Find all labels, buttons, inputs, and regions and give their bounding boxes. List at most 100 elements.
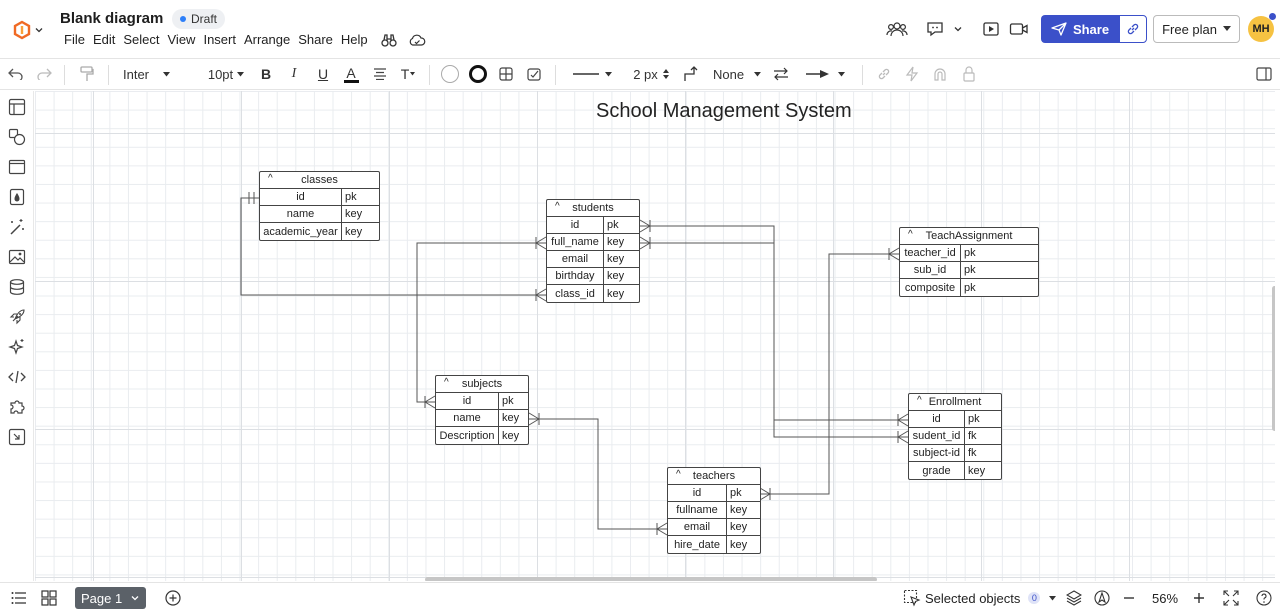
magnet-disabled-icon[interactable]	[932, 59, 948, 89]
menu-select[interactable]: Select	[119, 32, 163, 48]
binoculars-icon[interactable]	[378, 32, 400, 48]
share-button[interactable]: Share	[1040, 15, 1120, 43]
bold-button[interactable]: B	[258, 59, 274, 89]
entity-row[interactable]: name key	[436, 410, 528, 427]
menu-view[interactable]: View	[164, 32, 200, 48]
menu-share[interactable]: Share	[294, 32, 337, 48]
help-icon[interactable]	[1254, 586, 1274, 610]
magic-wand-icon[interactable]	[7, 217, 27, 237]
add-page-icon[interactable]	[163, 586, 183, 610]
collapse-caret-icon[interactable]: ^	[676, 469, 681, 480]
entity-row[interactable]: id pk	[260, 189, 379, 206]
page-list-icon[interactable]	[9, 586, 29, 610]
entity-row[interactable]: teacher_id pk	[900, 245, 1038, 262]
document-title[interactable]: Blank diagram	[60, 10, 163, 27]
entity-row[interactable]: hire_date key	[668, 536, 760, 553]
entity-row[interactable]: composite pk	[900, 279, 1038, 296]
database-icon[interactable]	[7, 277, 27, 297]
line-endpoint-select[interactable]: None	[713, 59, 761, 89]
user-avatar[interactable]: MH	[1248, 13, 1276, 42]
elbow-connector-icon[interactable]	[681, 59, 701, 89]
zoom-in-icon[interactable]	[1190, 586, 1208, 610]
page-tab[interactable]: Page 1	[75, 587, 147, 609]
menu-arrange[interactable]: Arrange	[240, 32, 294, 48]
entity-row[interactable]: full_name key	[547, 234, 639, 251]
entity-row[interactable]: email key	[547, 251, 639, 268]
horizontal-scrollbar[interactable]	[425, 577, 877, 581]
zoom-level[interactable]: 56%	[1150, 586, 1180, 610]
copy-link-button[interactable]	[1119, 15, 1148, 43]
menu-file[interactable]: File	[60, 32, 89, 48]
video-call-icon[interactable]	[1005, 15, 1033, 43]
format-painter-icon[interactable]	[76, 59, 98, 89]
entity-students[interactable]: ^ students id pk full_name key email key bir…	[546, 199, 640, 303]
font-family-select[interactable]: Inter	[123, 59, 173, 89]
entity-row[interactable]: grade key	[909, 462, 1001, 479]
code-icon[interactable]	[7, 367, 27, 387]
collapse-caret-icon[interactable]: ^	[555, 201, 560, 212]
comments-icon[interactable]	[921, 15, 949, 43]
entity-enrollment[interactable]: ^ Enrollment id pk sudent_id fk subject-id f…	[908, 393, 1002, 480]
image-icon[interactable]	[7, 247, 27, 267]
draft-status-badge[interactable]: Draft	[172, 9, 226, 29]
shapes-icon[interactable]	[7, 127, 27, 147]
swap-direction-icon[interactable]	[771, 59, 791, 89]
shadow-options-icon[interactable]	[496, 59, 516, 89]
menu-help[interactable]: Help	[337, 32, 372, 48]
entity-row[interactable]: academic_year key	[260, 223, 379, 240]
rocket-icon[interactable]	[7, 307, 27, 327]
entity-row[interactable]: id pk	[436, 393, 528, 410]
navigate-icon[interactable]	[1092, 586, 1112, 610]
collaborators-icon[interactable]	[883, 15, 911, 43]
plan-dropdown[interactable]: Free plan	[1153, 15, 1240, 43]
diagram-canvas[interactable]: School Management System ^ classes id pk…	[35, 91, 1275, 581]
entity-subjects[interactable]: ^ subjects id pk name key Description key	[435, 375, 529, 445]
collapse-caret-icon[interactable]: ^	[444, 377, 449, 388]
entity-row[interactable]: sudent_id fk	[909, 428, 1001, 445]
entity-row[interactable]: id pk	[668, 485, 760, 502]
chevron-down-icon[interactable]	[130, 593, 140, 603]
import-icon[interactable]	[7, 427, 27, 447]
selected-objects-button[interactable]: Selected objects 0	[903, 586, 1057, 610]
redo-icon[interactable]	[34, 59, 54, 89]
line-color-icon[interactable]	[468, 59, 488, 89]
entity-row[interactable]: class_id key	[547, 285, 639, 302]
data-fill-icon[interactable]	[7, 187, 27, 207]
entity-row[interactable]: subject-id fk	[909, 445, 1001, 462]
collapse-caret-icon[interactable]: ^	[908, 229, 913, 240]
present-icon[interactable]	[977, 15, 1005, 43]
page-grid-icon[interactable]	[39, 586, 59, 610]
entity-classes[interactable]: ^ classes id pk name key academic_year key	[259, 171, 380, 241]
panel-toggle-icon[interactable]	[1254, 59, 1274, 89]
entity-row[interactable]: Description key	[436, 427, 528, 444]
integrations-puzzle-icon[interactable]	[7, 397, 27, 417]
text-align-icon[interactable]	[372, 59, 388, 89]
action-disabled-icon[interactable]	[904, 59, 920, 89]
collapse-caret-icon[interactable]: ^	[268, 173, 273, 184]
vertical-scrollbar[interactable]	[1272, 286, 1275, 431]
sparkle-ai-icon[interactable]	[7, 337, 27, 357]
link-disabled-icon[interactable]	[876, 59, 892, 89]
layers-icon[interactable]	[1064, 586, 1084, 610]
fit-to-screen-icon[interactable]	[1221, 586, 1241, 610]
line-width-stepper[interactable]: 2 px	[632, 59, 670, 89]
frame-icon[interactable]	[7, 157, 27, 177]
undo-icon[interactable]	[6, 59, 26, 89]
menu-edit[interactable]: Edit	[89, 32, 119, 48]
menu-insert[interactable]: Insert	[199, 32, 240, 48]
templates-icon[interactable]	[7, 97, 27, 117]
line-style-select[interactable]	[571, 59, 613, 89]
text-options-button[interactable]: T	[399, 59, 417, 89]
comments-dropdown-chevron-icon[interactable]	[949, 15, 967, 43]
entity-teach-assignment[interactable]: ^ TeachAssignment teacher_id pk sub_id pk c…	[899, 227, 1039, 297]
app-logo-menu[interactable]	[12, 18, 44, 42]
entity-row[interactable]: id pk	[909, 411, 1001, 428]
collapse-caret-icon[interactable]: ^	[917, 395, 922, 406]
style-options-icon[interactable]	[524, 59, 544, 89]
entity-row[interactable]: fullname key	[668, 502, 760, 519]
entity-row[interactable]: birthday key	[547, 268, 639, 285]
text-color-button[interactable]: A	[343, 59, 359, 89]
entity-row[interactable]: name key	[260, 206, 379, 223]
lock-disabled-icon[interactable]	[961, 59, 977, 89]
font-size-select[interactable]: 10pt	[206, 59, 246, 89]
